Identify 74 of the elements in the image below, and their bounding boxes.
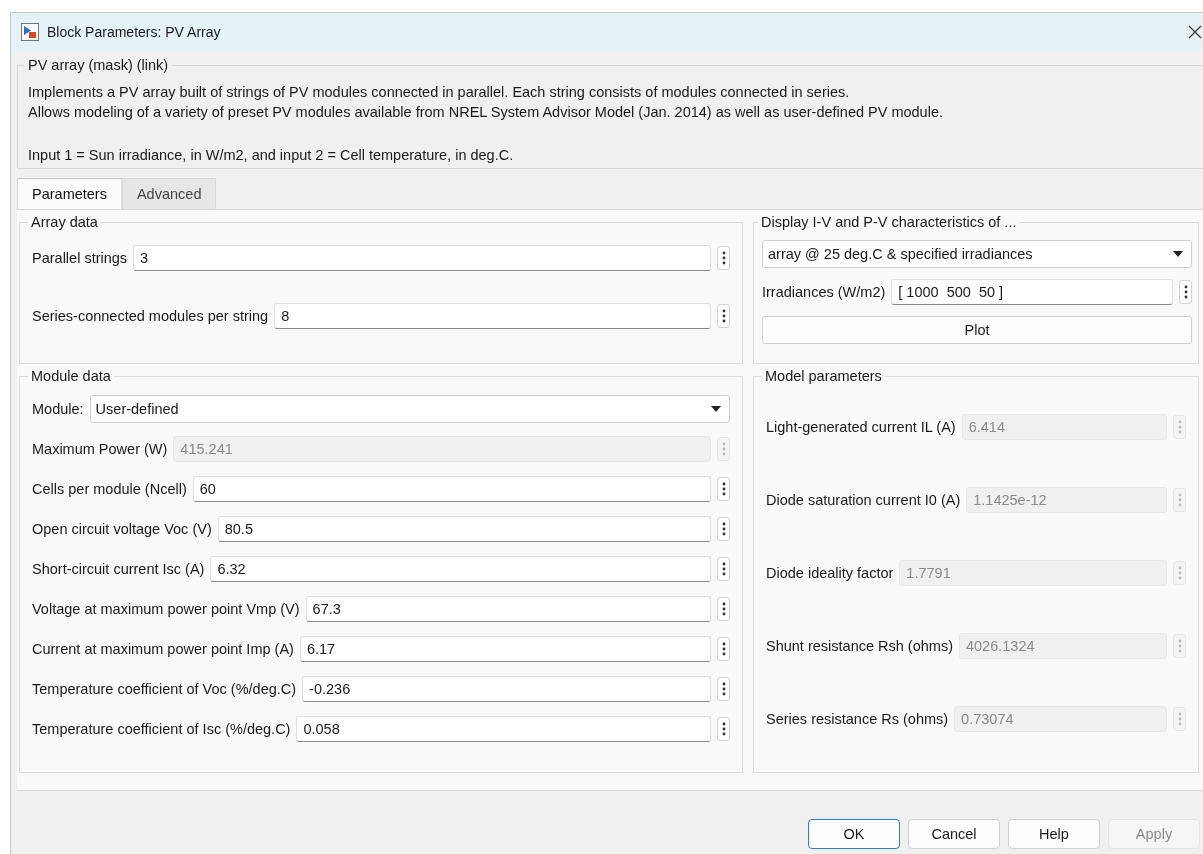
field-label: Cells per module (Ncell) <box>32 481 187 497</box>
description-text: Input 1 = Sun irradiance, in W/m2, and input 2 = Cell temperature, in deg.C. <box>28 146 515 165</box>
input-field[interactable]: 3 <box>133 245 711 271</box>
field-label: Series resistance Rs (ohms) <box>766 711 949 727</box>
field-label: Shunt resistance Rsh (ohms) <box>766 638 953 654</box>
caret-icon <box>1173 251 1183 257</box>
field-label: Irradiances (W/m2) <box>762 284 886 300</box>
field-label: Diode ideality factor <box>766 565 894 581</box>
group-title: Array data <box>30 214 99 230</box>
options-button[interactable] <box>717 597 730 621</box>
description-text: Allows modeling of a variety of preset PV modules available from NREL System Advisor Model (Jan. 2014) as well as user-defined PV module. <box>28 103 944 122</box>
more-icon <box>721 522 726 536</box>
field-label: Module: <box>32 401 84 417</box>
caret-icon <box>711 406 721 412</box>
more-icon <box>721 562 726 576</box>
input-field[interactable]: 8 <box>274 303 711 329</box>
options-button[interactable] <box>717 477 730 501</box>
options-button[interactable] <box>717 637 730 661</box>
more-icon <box>721 309 726 323</box>
more-icon <box>721 602 726 616</box>
field-label: Open circuit voltage Voc (V) <box>32 521 212 537</box>
description-text: Implements a PV array built of strings of PV modules connected in parallel. Each string consists of modules connected in series. <box>28 83 851 102</box>
dialog-button[interactable]: Help <box>1008 819 1100 849</box>
options-button[interactable] <box>717 246 730 270</box>
options-button[interactable] <box>717 304 730 328</box>
tab[interactable]: Advanced <box>121 178 217 209</box>
field-label: Parallel strings <box>32 250 128 266</box>
input-field[interactable]: 0.058 <box>296 716 711 742</box>
tab[interactable]: Parameters <box>17 178 122 209</box>
field-label: Light-generated current IL (A) <box>766 419 956 435</box>
plot-button[interactable]: Plot <box>762 316 1192 344</box>
input-field[interactable]: [ 1000 500 50 ] <box>891 279 1173 305</box>
more-icon <box>721 682 726 696</box>
options-button[interactable] <box>1179 280 1192 304</box>
dialog-button[interactable]: OK <box>808 819 900 849</box>
field-label: Current at maximum power point Imp (A) <box>32 641 294 657</box>
field-label: Temperature coefficient of Voc (%/deg.C) <box>32 681 297 697</box>
field-label: Short-circuit current Isc (A) <box>32 561 205 577</box>
dialog-button[interactable]: Cancel <box>908 819 1000 849</box>
more-icon <box>1177 493 1182 507</box>
input-field[interactable]: 67.3 <box>305 596 711 622</box>
more-icon <box>1183 285 1188 299</box>
field-label: Voltage at maximum power point Vmp (V) <box>32 601 300 617</box>
mask-title: PV array (mask) (link) <box>27 57 170 73</box>
more-icon <box>721 722 726 736</box>
field-label: Maximum Power (W) <box>32 441 168 457</box>
group-title: Module data <box>30 368 112 384</box>
more-icon <box>721 251 726 265</box>
block-icon <box>21 23 39 41</box>
close-icon <box>1188 25 1202 39</box>
module-dropdown[interactable]: User-defined <box>89 395 730 423</box>
more-icon <box>721 482 726 496</box>
more-icon <box>1177 566 1182 580</box>
field-label: Diode saturation current I0 (A) <box>766 492 961 508</box>
display-dropdown[interactable]: array @ 25 deg.C & specified irradiances <box>762 240 1192 268</box>
field-label: Series-connected modules per string <box>32 308 269 324</box>
more-icon <box>1177 639 1182 653</box>
options-button[interactable] <box>717 557 730 581</box>
group-title: Model parameters <box>764 368 883 384</box>
input-field[interactable]: 6.17 <box>299 636 711 662</box>
more-icon <box>721 442 726 456</box>
options-button[interactable] <box>717 517 730 541</box>
input-field[interactable]: 80.5 <box>217 516 711 542</box>
more-icon <box>1177 420 1182 434</box>
group-title: Display I-V and P-V characteristics of ... <box>760 214 1018 230</box>
more-icon <box>721 642 726 656</box>
input-field[interactable]: 60 <box>192 476 711 502</box>
input-field[interactable]: -0.236 <box>302 676 711 702</box>
field-label: Temperature coefficient of Isc (%/deg.C) <box>32 721 291 737</box>
options-button[interactable] <box>717 717 730 741</box>
more-icon <box>1177 712 1182 726</box>
options-button[interactable] <box>717 677 730 701</box>
window-title: Block Parameters: PV Array <box>47 24 222 40</box>
input-field[interactable]: 6.32 <box>210 556 711 582</box>
